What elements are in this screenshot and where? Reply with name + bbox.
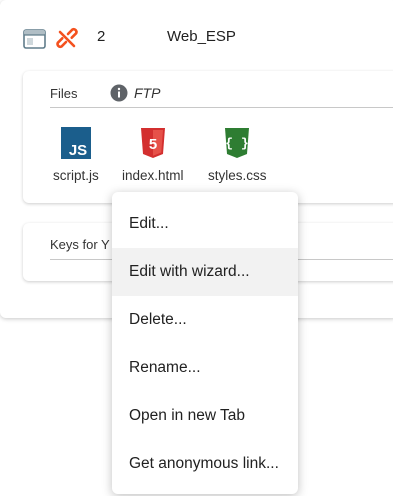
html5-icon-text: 5 (149, 136, 157, 153)
css-icon-text: { } (226, 136, 249, 151)
menu-item-delete[interactable]: Delete... (112, 296, 298, 344)
context-menu: Edit... Edit with wizard... Delete... Re… (112, 192, 298, 494)
menu-item-open-new-tab[interactable]: Open in new Tab (112, 392, 298, 440)
file-name: script.js (53, 168, 99, 183)
file-name: index.html (122, 168, 184, 183)
protocol-label: FTP (134, 85, 161, 101)
js-file-icon: JS (60, 127, 91, 159)
js-icon-text: JS (69, 142, 87, 159)
menu-item-edit[interactable]: Edit... (112, 200, 298, 248)
device-number: 2 (97, 28, 106, 45)
unlink-icon (56, 27, 78, 49)
keys-label: Keys for Y (50, 237, 110, 252)
html5-icon: 5 (140, 128, 165, 158)
menu-item-anonymous-link[interactable]: Get anonymous link... (112, 440, 298, 488)
file-name: styles.css (208, 168, 267, 183)
file-item-styles[interactable]: { } styles.css (208, 127, 267, 183)
file-item-index[interactable]: 5 index.html (122, 127, 184, 183)
files-label: Files (50, 86, 78, 101)
divider (50, 107, 393, 108)
css-braces-icon: { } (225, 128, 250, 158)
window-icon (23, 29, 46, 49)
device-name: Web_ESP (167, 28, 236, 45)
files-panel: Files FTP JS script.js 5 index.html {} … (23, 71, 393, 203)
device-row[interactable]: 2 Web_ESP (0, 18, 393, 58)
menu-item-rename[interactable]: Rename... (112, 344, 298, 392)
menu-item-edit-with-wizard[interactable]: Edit with wizard... (112, 248, 298, 296)
file-item-script[interactable]: JS script.js (53, 127, 99, 183)
info-icon[interactable] (110, 84, 128, 102)
